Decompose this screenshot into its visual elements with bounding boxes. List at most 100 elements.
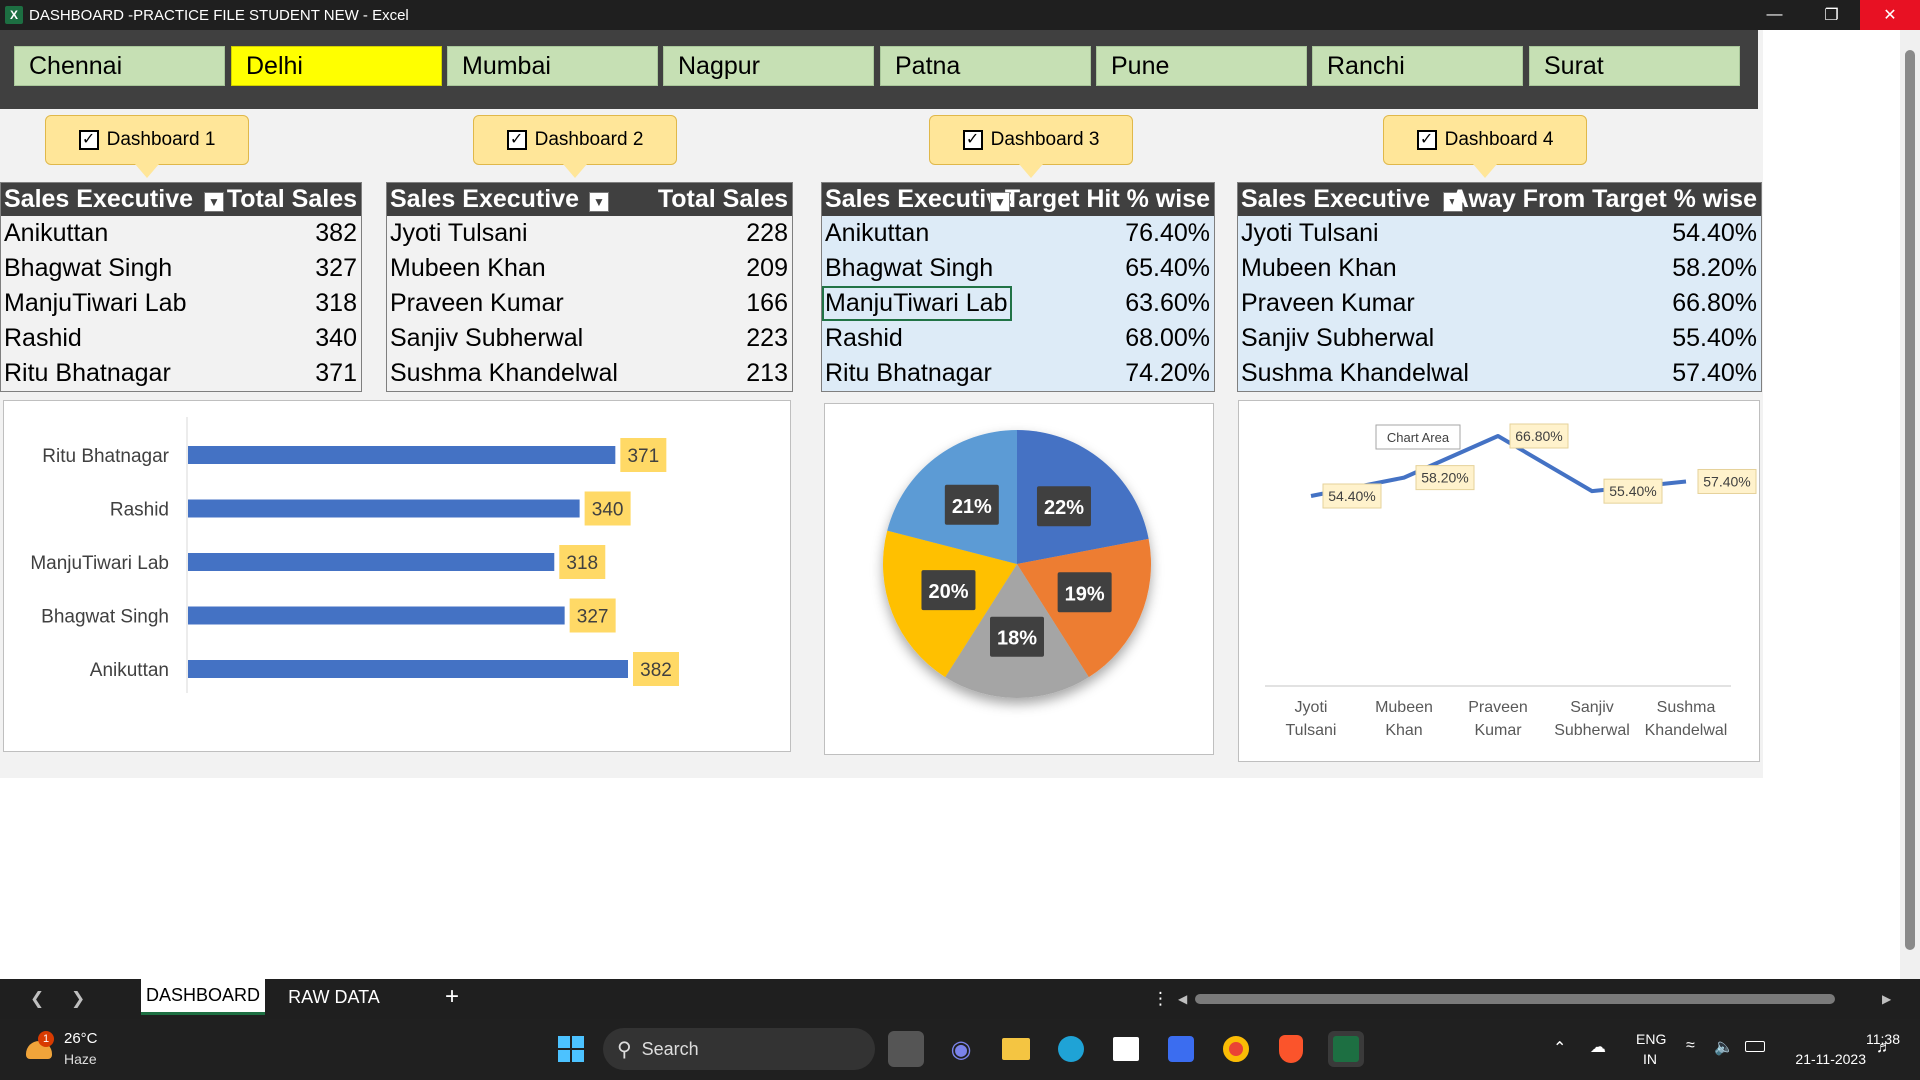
cell-value: 209 [746,254,788,282]
category-label: Jyoti [1295,699,1328,716]
notification-bell-icon[interactable]: ♬ [1876,1039,1892,1057]
vscode-like-icon[interactable] [1163,1031,1199,1067]
cell-name: Mubeen Khan [390,254,546,282]
checkbox-icon[interactable]: ✓ [78,130,99,150]
file-explorer-icon[interactable] [998,1031,1034,1067]
tab-raw-data[interactable]: RAW DATA [275,979,393,1015]
volume-icon[interactable]: 🔈 [1714,1037,1734,1057]
dashboard-1-callout[interactable]: ✓ Dashboard 1 [45,115,249,178]
store-icon[interactable] [1108,1031,1144,1067]
next-sheet-icon[interactable]: ❯ [71,989,85,1009]
edge-icon[interactable] [1053,1031,1089,1067]
teams-icon[interactable]: ◉ [943,1031,979,1067]
close-button[interactable]: ✕ [1860,0,1920,30]
scroll-left-icon[interactable]: ◀ [1178,992,1187,1006]
table-row[interactable]: Mubeen Khan 58.20% [1238,251,1761,286]
scroll-right-icon[interactable]: ▶ [1882,992,1891,1006]
checkbox-icon[interactable]: ✓ [506,130,527,150]
filter-icon[interactable]: ▼ [589,192,609,212]
table-row[interactable]: Rashid 340 [1,321,361,356]
onedrive-icon[interactable]: ☁ [1590,1037,1606,1057]
more-options-icon[interactable]: ⋮ [1152,989,1169,1009]
table-row[interactable]: Sushma Khandelwal 57.40% [1238,356,1761,391]
vertical-scroll-thumb[interactable] [1905,50,1915,950]
table-row[interactable]: Jyoti Tulsani 228 [387,216,792,251]
data-label: 371 [627,446,659,467]
task-view-icon[interactable] [888,1031,924,1067]
cell-name: Rashid [4,324,82,352]
clock-date[interactable]: 21-11-2023 [1786,1051,1866,1067]
cell-name: Sanjiv Subherwal [1241,324,1435,352]
cell-name: Bhagwat Singh [825,254,994,282]
table-header: Sales Executive ▼ Target Hit % wise [822,183,1214,216]
excel-app-icon: X [5,6,23,24]
slicer-item-patna[interactable]: Patna [880,46,1091,86]
language-code[interactable]: ENG [1636,1031,1666,1047]
table-row[interactable]: Ritu Bhatnagar 371 [1,356,361,391]
chrome-icon[interactable] [1218,1031,1254,1067]
prev-sheet-icon[interactable]: ❮ [30,989,44,1009]
table-row[interactable]: Praveen Kumar 66.80% [1238,286,1761,321]
tab-dashboard[interactable]: DASHBOARD [141,979,265,1015]
filter-icon[interactable]: ▼ [204,192,224,212]
table-row[interactable]: Ritu Bhatnagar 74.20% [822,356,1214,391]
dashboard-3-callout[interactable]: ✓ Dashboard 3 [929,115,1133,178]
cell-value: 318 [315,289,357,317]
wifi-icon[interactable]: ≈ [1686,1037,1695,1055]
category-label: Mubeen [1375,699,1433,716]
dashboard-4-callout[interactable]: ✓ Dashboard 4 [1383,115,1587,178]
battery-icon[interactable] [1745,1041,1765,1052]
slicer-item-ranchi[interactable]: Ranchi [1312,46,1523,86]
slicer-item-nagpur[interactable]: Nagpur [663,46,874,86]
worksheet[interactable]: Chennai Delhi Mumbai Nagpur Patna Pune R… [0,30,1900,980]
brave-icon[interactable] [1273,1031,1309,1067]
line-chart-panel[interactable]: 54.40% Jyoti Tulsani 58.20% Mubeen Khan 66.80%… [1238,400,1760,762]
checkbox-icon[interactable]: ✓ [1416,130,1437,150]
table-row[interactable]: Sanjiv Subherwal 223 [387,321,792,356]
table-row[interactable]: Anikuttan 382 [1,216,361,251]
table-row[interactable]: ManjuTiwari Lab 318 [1,286,361,321]
vertical-scrollbar[interactable] [1900,30,1920,980]
title-bar: X DASHBOARD -PRACTICE FILE STUDENT NEW -… [0,0,1920,30]
window-title: DASHBOARD -PRACTICE FILE STUDENT NEW - E… [29,6,409,24]
weather-widget[interactable]: 1 [22,1031,56,1065]
restore-button[interactable]: ❐ [1803,0,1860,30]
slice-label: 19% [1065,583,1105,605]
minimize-button[interactable]: — [1746,0,1803,30]
pie-chart-panel[interactable]: 22% 19% 18% 20% 21% [824,403,1214,755]
table-row[interactable]: Sanjiv Subherwal 55.40% [1238,321,1761,356]
taskbar-search[interactable]: ⚲ Search [603,1028,875,1070]
checkbox-icon[interactable]: ✓ [962,130,983,150]
table-row[interactable]: Praveen Kumar 166 [387,286,792,321]
dashboard-2-callout[interactable]: ✓ Dashboard 2 [473,115,677,178]
region-code[interactable]: IN [1643,1051,1657,1067]
slicer-item-mumbai[interactable]: Mumbai [447,46,658,86]
table-row[interactable]: Jyoti Tulsani 54.40% [1238,216,1761,251]
cell-name: Sushma Khandelwal [390,359,618,387]
add-sheet-button[interactable]: + [430,979,474,1015]
table-row[interactable]: Rashid 68.00% [822,321,1214,356]
table-row[interactable]: Anikuttan 76.40% [822,216,1214,251]
cell-value: 55.40% [1672,324,1757,352]
category-label: Tulsani [1286,722,1337,739]
horizontal-scroll-thumb[interactable] [1195,994,1835,1004]
start-icon[interactable] [553,1031,589,1067]
slicer-item-pune[interactable]: Pune [1096,46,1307,86]
callout-label: Dashboard 4 [1444,129,1554,150]
cell-value: 66.80% [1672,289,1757,317]
header-away-from-target: Away From Target % wise [1450,185,1757,213]
table-row[interactable]: Bhagwat Singh 327 [1,251,361,286]
cell-name: Praveen Kumar [390,289,564,317]
pie-chart: 22% 19% 18% 20% 21% [883,430,1151,698]
table-row[interactable]: Bhagwat Singh 65.40% [822,251,1214,286]
table-row[interactable]: Sushma Khandelwal 213 [387,356,792,391]
slicer-item-chennai[interactable]: Chennai [14,46,225,86]
bar-chart-panel[interactable]: Ritu Bhatnagar 371 Rashid 340 ManjuTiwari La… [3,400,791,752]
slicer-item-surat[interactable]: Surat [1529,46,1740,86]
excel-taskbar-icon[interactable] [1328,1031,1364,1067]
slicer-item-delhi[interactable]: Delhi [231,46,442,86]
table-row[interactable]: Mubeen Khan 209 [387,251,792,286]
bar [188,660,628,678]
table-row[interactable]: ManjuTiwari Lab 63.60% [822,286,1214,321]
chevron-up-icon[interactable]: ⌃ [1553,1038,1566,1058]
